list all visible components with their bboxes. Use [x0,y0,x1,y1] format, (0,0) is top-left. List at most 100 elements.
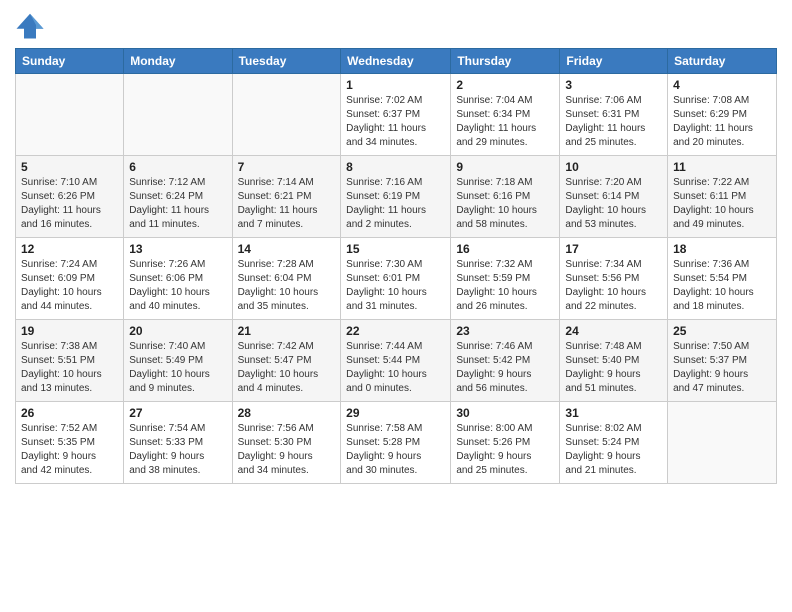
day-info: Sunrise: 7:20 AM Sunset: 6:14 PM Dayligh… [565,176,662,232]
calendar-week-1: 1 Sunrise: 7:02 AM Sunset: 6:37 PM Daylig… [16,74,777,156]
day-info: Sunrise: 8:00 AM Sunset: 5:26 PM Dayligh… [456,422,554,478]
day-number: 8 [346,160,445,174]
calendar-cell: 17Sunrise: 7:34 AM Sunset: 5:56 PM Dayli… [560,238,668,320]
day-number: 30 [456,406,554,420]
day-info: Sunrise: 7:50 AM Sunset: 5:37 PM Dayligh… [673,340,771,396]
calendar-cell: 11 Sunrise: 7:22 AM Sunset: 6:11 PM Dayli… [668,156,777,238]
calendar-cell: 25 Sunrise: 7:50 AM Sunset: 5:37 PM Dayli… [668,320,777,402]
day-number: 14 [238,242,336,256]
day-info: Sunrise: 8:02 AM Sunset: 5:24 PM Dayligh… [565,422,662,478]
day-info: Sunrise: 7:26 AM Sunset: 6:06 PM Dayligh… [129,258,226,314]
day-number: 7 [238,160,336,174]
calendar-cell: 2Sunrise: 7:04 AM Sunset: 6:34 PM Daylig… [451,74,560,156]
day-info: Sunrise: 7:38 AM Sunset: 5:51 PM Dayligh… [21,340,118,396]
logo [15,10,49,40]
day-info: Sunrise: 7:10 AM Sunset: 6:26 PM Dayligh… [21,176,118,232]
day-info: Sunrise: 7:02 AM Sunset: 6:37 PM Dayligh… [346,94,445,150]
calendar-cell: 12 Sunrise: 7:24 AM Sunset: 6:09 PM Dayli… [16,238,124,320]
calendar-cell: 27 Sunrise: 7:54 AM Sunset: 5:33 PM Dayli… [124,402,232,484]
day-number: 15 [346,242,445,256]
day-number: 4 [673,78,771,92]
calendar-cell: 28Sunrise: 7:56 AM Sunset: 5:30 PM Dayli… [232,402,341,484]
calendar-cell: 30 Sunrise: 8:00 AM Sunset: 5:26 PM Dayli… [451,402,560,484]
calendar-cell: 18 Sunrise: 7:36 AM Sunset: 5:54 PM Dayli… [668,238,777,320]
day-info: Sunrise: 7:58 AM Sunset: 5:28 PM Dayligh… [346,422,445,478]
calendar-cell: 21 Sunrise: 7:42 AM Sunset: 5:47 PM Dayli… [232,320,341,402]
calendar-cell: 4 Sunrise: 7:08 AM Sunset: 6:29 PM Daylig… [668,74,777,156]
day-info: Sunrise: 7:34 AM Sunset: 5:56 PM Dayligh… [565,258,662,314]
day-number: 12 [21,242,118,256]
day-number: 5 [21,160,118,174]
day-info: Sunrise: 7:08 AM Sunset: 6:29 PM Dayligh… [673,94,771,150]
day-info: Sunrise: 7:06 AM Sunset: 6:31 PM Dayligh… [565,94,662,150]
calendar-header: SundayMondayTuesdayWednesdayThursdayFrid… [16,49,777,74]
logo-icon [15,10,45,40]
calendar-cell: 6 Sunrise: 7:12 AM Sunset: 6:24 PM Daylig… [124,156,232,238]
day-number: 9 [456,160,554,174]
calendar-cell: 22 Sunrise: 7:44 AM Sunset: 5:44 PM Dayli… [341,320,451,402]
weekday-header-friday: Friday [560,49,668,74]
day-number: 22 [346,324,445,338]
day-number: 6 [129,160,226,174]
day-info: Sunrise: 7:48 AM Sunset: 5:40 PM Dayligh… [565,340,662,396]
day-info: Sunrise: 7:14 AM Sunset: 6:21 PM Dayligh… [238,176,336,232]
day-info: Sunrise: 7:32 AM Sunset: 5:59 PM Dayligh… [456,258,554,314]
calendar-cell [668,402,777,484]
day-info: Sunrise: 7:12 AM Sunset: 6:24 PM Dayligh… [129,176,226,232]
day-number: 18 [673,242,771,256]
page-container: SundayMondayTuesdayWednesdayThursdayFrid… [0,0,792,494]
calendar-cell: 5 Sunrise: 7:10 AM Sunset: 6:26 PM Daylig… [16,156,124,238]
day-info: Sunrise: 7:44 AM Sunset: 5:44 PM Dayligh… [346,340,445,396]
day-info: Sunrise: 7:30 AM Sunset: 6:01 PM Dayligh… [346,258,445,314]
day-info: Sunrise: 7:52 AM Sunset: 5:35 PM Dayligh… [21,422,118,478]
day-number: 11 [673,160,771,174]
day-number: 1 [346,78,445,92]
calendar-week-4: 19 Sunrise: 7:38 AM Sunset: 5:51 PM Dayli… [16,320,777,402]
day-info: Sunrise: 7:46 AM Sunset: 5:42 PM Dayligh… [456,340,554,396]
day-number: 24 [565,324,662,338]
calendar-cell: 15 Sunrise: 7:30 AM Sunset: 6:01 PM Dayli… [341,238,451,320]
day-number: 27 [129,406,226,420]
day-number: 26 [21,406,118,420]
calendar-week-5: 26 Sunrise: 7:52 AM Sunset: 5:35 PM Dayli… [16,402,777,484]
day-number: 21 [238,324,336,338]
day-info: Sunrise: 7:18 AM Sunset: 6:16 PM Dayligh… [456,176,554,232]
weekday-header-sunday: Sunday [16,49,124,74]
calendar-week-3: 12 Sunrise: 7:24 AM Sunset: 6:09 PM Dayli… [16,238,777,320]
calendar-cell: 8 Sunrise: 7:16 AM Sunset: 6:19 PM Daylig… [341,156,451,238]
day-number: 25 [673,324,771,338]
calendar-cell: 20Sunrise: 7:40 AM Sunset: 5:49 PM Dayli… [124,320,232,402]
weekday-header-tuesday: Tuesday [232,49,341,74]
calendar-cell: 23Sunrise: 7:46 AM Sunset: 5:42 PM Dayli… [451,320,560,402]
weekday-header-wednesday: Wednesday [341,49,451,74]
calendar-cell: 14Sunrise: 7:28 AM Sunset: 6:04 PM Dayli… [232,238,341,320]
calendar-cell: 19 Sunrise: 7:38 AM Sunset: 5:51 PM Dayli… [16,320,124,402]
page-header [15,10,777,40]
day-info: Sunrise: 7:36 AM Sunset: 5:54 PM Dayligh… [673,258,771,314]
day-info: Sunrise: 7:42 AM Sunset: 5:47 PM Dayligh… [238,340,336,396]
calendar-cell: 9 Sunrise: 7:18 AM Sunset: 6:16 PM Daylig… [451,156,560,238]
calendar-cell: 1 Sunrise: 7:02 AM Sunset: 6:37 PM Daylig… [341,74,451,156]
day-number: 19 [21,324,118,338]
calendar-body: 1 Sunrise: 7:02 AM Sunset: 6:37 PM Daylig… [16,74,777,484]
calendar-cell: 7 Sunrise: 7:14 AM Sunset: 6:21 PM Daylig… [232,156,341,238]
calendar-cell: 29Sunrise: 7:58 AM Sunset: 5:28 PM Dayli… [341,402,451,484]
day-number: 13 [129,242,226,256]
day-info: Sunrise: 7:04 AM Sunset: 6:34 PM Dayligh… [456,94,554,150]
calendar-cell: 3Sunrise: 7:06 AM Sunset: 6:31 PM Daylig… [560,74,668,156]
day-info: Sunrise: 7:22 AM Sunset: 6:11 PM Dayligh… [673,176,771,232]
day-info: Sunrise: 7:24 AM Sunset: 6:09 PM Dayligh… [21,258,118,314]
calendar-table: SundayMondayTuesdayWednesdayThursdayFrid… [15,48,777,484]
day-number: 28 [238,406,336,420]
calendar-cell: 13 Sunrise: 7:26 AM Sunset: 6:06 PM Dayli… [124,238,232,320]
calendar-week-2: 5 Sunrise: 7:10 AM Sunset: 6:26 PM Daylig… [16,156,777,238]
calendar-cell: 24 Sunrise: 7:48 AM Sunset: 5:40 PM Dayli… [560,320,668,402]
day-info: Sunrise: 7:54 AM Sunset: 5:33 PM Dayligh… [129,422,226,478]
calendar-cell: 26 Sunrise: 7:52 AM Sunset: 5:35 PM Dayli… [16,402,124,484]
day-info: Sunrise: 7:16 AM Sunset: 6:19 PM Dayligh… [346,176,445,232]
calendar-cell: 10Sunrise: 7:20 AM Sunset: 6:14 PM Dayli… [560,156,668,238]
calendar-cell [16,74,124,156]
calendar-cell [124,74,232,156]
weekday-header-row: SundayMondayTuesdayWednesdayThursdayFrid… [16,49,777,74]
calendar-cell: 31Sunrise: 8:02 AM Sunset: 5:24 PM Dayli… [560,402,668,484]
